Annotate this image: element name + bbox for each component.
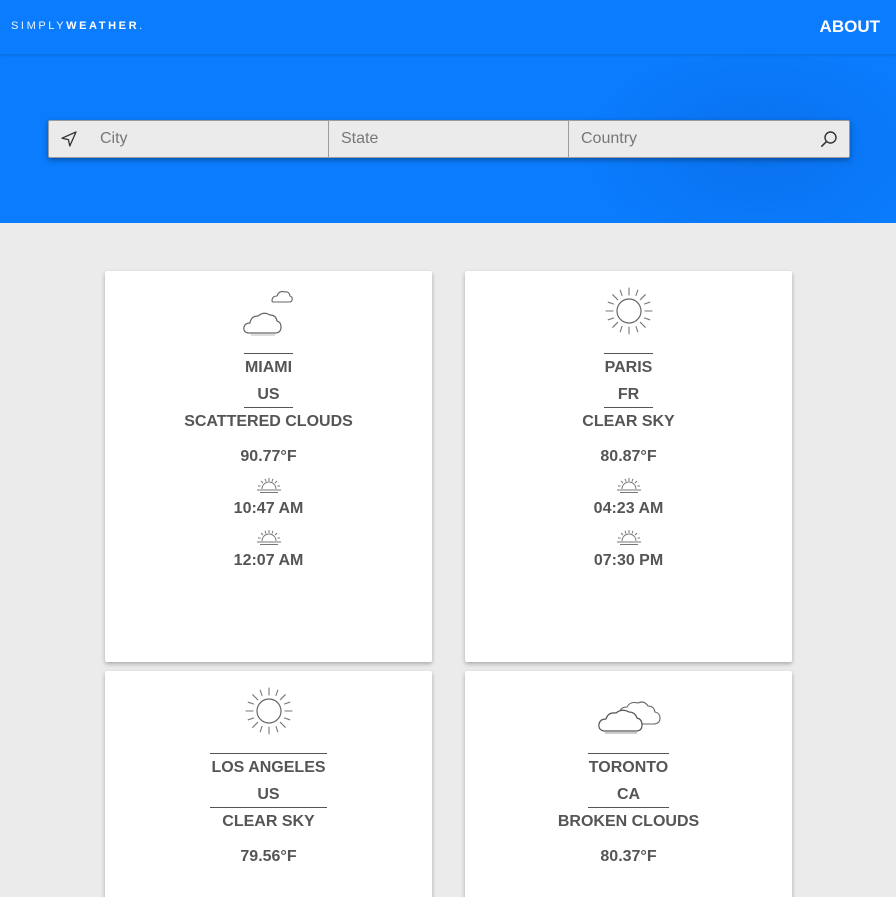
- broken-clouds-icon: [597, 701, 661, 734]
- brand-logo[interactable]: SIMPLYWEATHER.: [11, 20, 145, 32]
- search-bar: [48, 120, 850, 158]
- sunrise-time: 10:47 AM: [233, 500, 304, 517]
- brand-dot: .: [139, 20, 145, 32]
- state-segment: [329, 121, 569, 157]
- search-icon[interactable]: [820, 130, 838, 148]
- temperature: 79.56°F: [240, 848, 297, 865]
- state-input[interactable]: [341, 121, 561, 157]
- sunrise-icon: [256, 478, 281, 493]
- temperature: 80.87°F: [600, 448, 657, 465]
- weather-description: SCATTERED CLOUDS: [184, 413, 353, 430]
- weather-card: PARIS FR CLEAR SKY 80.87°F 04:23 AM 07:3…: [465, 271, 792, 662]
- country-code: US: [210, 781, 327, 808]
- sunset-time: 07:30 PM: [593, 552, 664, 569]
- clear-sky-icon: [244, 687, 293, 735]
- country-segment: [569, 121, 849, 157]
- country-code: FR: [603, 381, 654, 408]
- weather-card: MIAMI US SCATTERED CLOUDS 90.77°F 10:47 …: [105, 271, 432, 662]
- clear-sky-icon: [604, 287, 653, 335]
- city-segment: [49, 121, 329, 157]
- temperature: 80.37°F: [600, 848, 657, 865]
- location-arrow-icon[interactable]: [60, 130, 78, 148]
- scattered-clouds-icon: [242, 290, 293, 336]
- city-name: PARIS: [604, 359, 653, 376]
- weather-card: LOS ANGELES US CLEAR SKY 79.56°F: [105, 671, 432, 897]
- country-code: US: [243, 381, 294, 408]
- city-name: MIAMI: [244, 359, 293, 376]
- country-input[interactable]: [581, 121, 801, 157]
- sunrise-time: 04:23 AM: [593, 500, 664, 517]
- weather-description: CLEAR SKY: [222, 813, 315, 830]
- city-name: LOS ANGELES: [211, 759, 326, 776]
- sunset-time: 12:07 AM: [233, 552, 304, 569]
- weather-card: TORONTO CA BROKEN CLOUDS 80.37°F: [465, 671, 792, 897]
- weather-description: BROKEN CLOUDS: [557, 813, 700, 830]
- navbar: SIMPLYWEATHER. ABOUT: [0, 0, 896, 54]
- country-code: CA: [587, 781, 670, 808]
- sunset-icon: [256, 530, 281, 545]
- about-link[interactable]: ABOUT: [820, 17, 880, 37]
- brand-light-text: SIMPLY: [11, 20, 67, 32]
- sunset-icon: [616, 530, 641, 545]
- weather-description: CLEAR SKY: [582, 413, 675, 430]
- city-name: TORONTO: [588, 759, 669, 776]
- brand-bold-text: WEATHER: [66, 20, 140, 32]
- sunrise-icon: [616, 478, 641, 493]
- city-input[interactable]: [100, 121, 320, 157]
- temperature: 90.77°F: [240, 448, 297, 465]
